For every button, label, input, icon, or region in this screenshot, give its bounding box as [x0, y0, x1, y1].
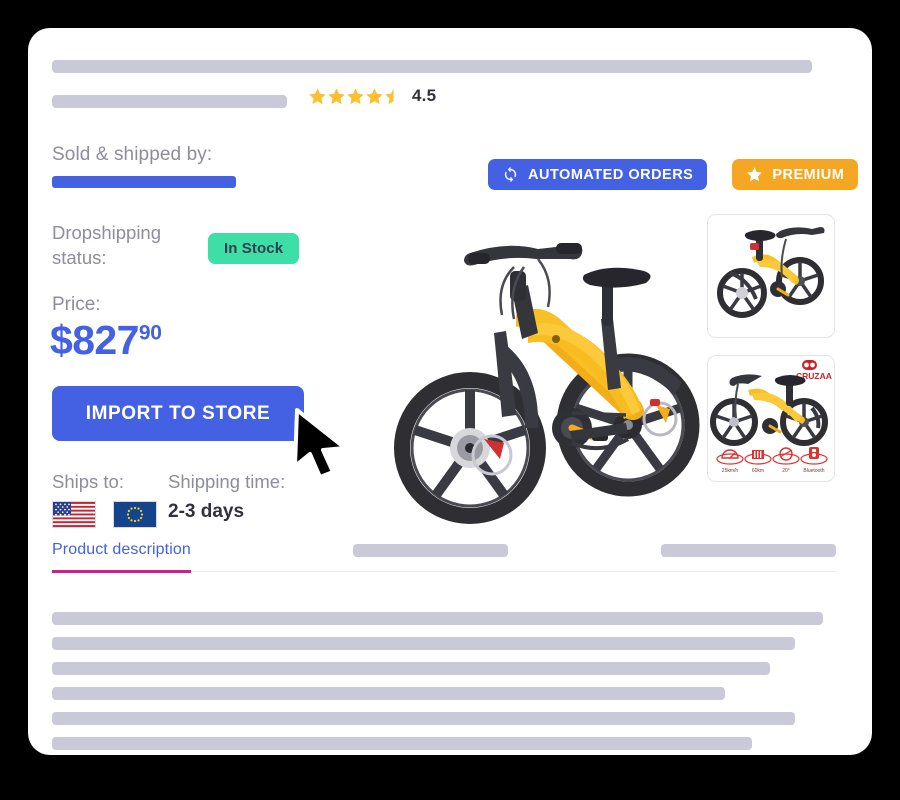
price-currency: $ — [50, 317, 73, 363]
badge-group: AUTOMATED ORDERS PREMIUM — [488, 159, 859, 190]
star-icon — [309, 87, 326, 104]
star-icon — [347, 87, 364, 104]
tab-bar: Product description — [28, 541, 872, 581]
star-icon — [366, 87, 383, 104]
price-cents: 90 — [138, 321, 162, 345]
star-icon — [747, 167, 763, 182]
tab-placeholder-1[interactable] — [353, 544, 508, 557]
mouse-pointer-icon — [293, 408, 347, 479]
star-rating — [308, 87, 403, 106]
rating: 4.5 — [308, 86, 436, 106]
thumbnail-1-image — [708, 215, 834, 337]
thumbnail-1[interactable] — [707, 214, 835, 338]
description-line — [52, 737, 752, 750]
ships-to-label: Ships to: — [52, 471, 124, 492]
badge-premium[interactable]: PREMIUM — [732, 159, 859, 190]
price-label: Price: — [52, 294, 101, 315]
tab-product-description[interactable]: Product description — [52, 541, 191, 573]
thumbnail-2[interactable]: CRUZAA 25km/h 60km 20° Bluetooth — [707, 355, 835, 482]
feature-label-incline: 20° — [782, 468, 790, 474]
seller-name-placeholder — [52, 176, 236, 188]
description-line — [52, 637, 795, 650]
price-value: $82790 — [50, 320, 162, 361]
feature-label-speed: 25km/h — [722, 468, 739, 474]
ships-to-flags — [52, 501, 157, 528]
price-whole: 827 — [72, 317, 139, 363]
product-description-body — [52, 612, 842, 755]
us-flag-icon — [52, 501, 96, 528]
product-title-placeholder — [52, 60, 812, 73]
sync-icon — [504, 166, 517, 183]
import-to-store-button[interactable]: IMPORT TO STORE — [52, 386, 304, 441]
eu-flag-icon — [113, 501, 157, 528]
stock-status-badge: In Stock — [208, 233, 300, 264]
shipping-time-label: Shipping time: — [168, 471, 286, 492]
dropshipping-status-label: Dropshipping status: — [52, 222, 162, 268]
thumbnail-2-image: CRUZAA 25km/h 60km 20° Bluetooth — [708, 356, 834, 481]
feature-label-range: 60km — [752, 468, 764, 474]
product-card: 4.5 Sold & shipped by: AUTOMATED ORDERS … — [28, 28, 872, 755]
star-icon — [328, 87, 345, 104]
shipping-time-value: 2-3 days — [168, 501, 245, 522]
feature-label-bluetooth: Bluetooth — [803, 468, 824, 474]
description-line — [52, 687, 725, 700]
rating-value: 4.5 — [412, 86, 437, 105]
sold-shipped-label: Sold & shipped by: — [52, 144, 213, 165]
description-line — [52, 662, 770, 675]
badge-automated-orders-label: AUTOMATED ORDERS — [528, 166, 694, 183]
badge-premium-label: PREMIUM — [772, 166, 845, 183]
tab-placeholder-2[interactable] — [661, 544, 836, 557]
product-subtitle-placeholder — [52, 95, 287, 108]
description-line — [52, 712, 795, 725]
screenshot-stage: 4.5 Sold & shipped by: AUTOMATED ORDERS … — [0, 0, 900, 800]
description-line — [52, 612, 823, 625]
star-half-icon — [385, 87, 394, 104]
badge-automated-orders[interactable]: AUTOMATED ORDERS — [488, 159, 708, 190]
product-hero-image[interactable] — [388, 223, 708, 533]
